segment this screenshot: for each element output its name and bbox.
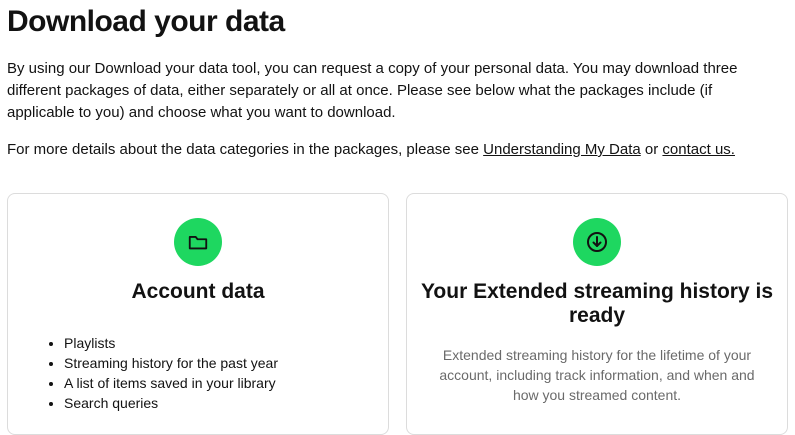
list-item: Search queries — [64, 393, 278, 413]
details-text: For more details about the data categori… — [7, 139, 789, 161]
page-title: Download your data — [7, 5, 285, 38]
card-title: Your Extended streaming history is ready — [420, 280, 774, 327]
details-prefix: For more details about the data categori… — [7, 141, 484, 158]
list-item: Playlists — [64, 333, 278, 353]
extended-streaming-history-card[interactable]: Your Extended streaming history is ready… — [406, 193, 788, 435]
list-item: Streaming history for the past year — [64, 353, 278, 373]
account-data-card[interactable]: Account data Playlists Streaming history… — [7, 193, 389, 435]
download-icon — [573, 218, 621, 266]
account-data-list: Playlists Streaming history for the past… — [44, 333, 278, 413]
list-item: A list of items saved in your library — [64, 373, 278, 393]
card-description: Extended streaming history for the lifet… — [439, 347, 755, 403]
folder-icon — [174, 218, 222, 266]
contact-us-link[interactable]: contact us. — [662, 141, 735, 158]
intro-text: By using our Download your data tool, yo… — [7, 60, 738, 121]
details-middle: or — [640, 141, 663, 158]
understanding-my-data-link[interactable]: Understanding My Data — [483, 141, 641, 158]
card-title: Account data — [131, 280, 265, 303]
